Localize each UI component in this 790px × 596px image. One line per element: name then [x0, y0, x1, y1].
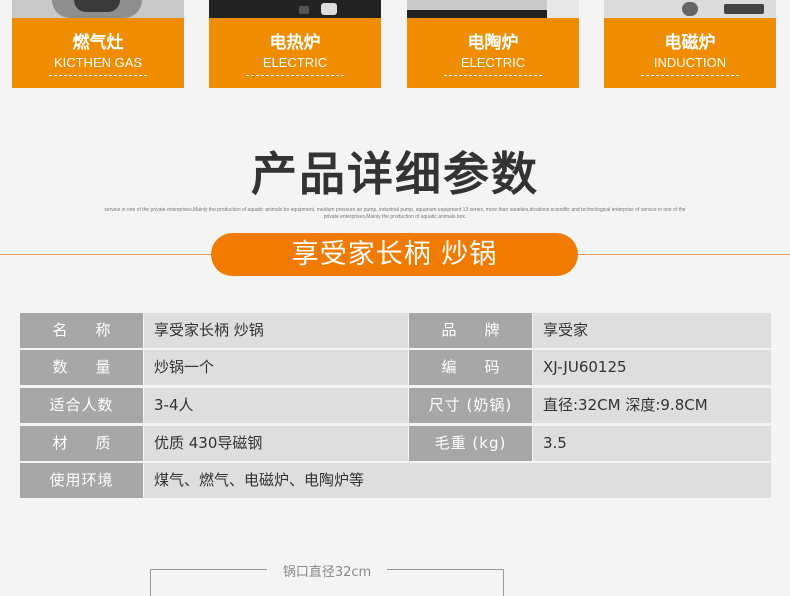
stove-card-title: 电陶炉	[467, 33, 519, 53]
stove-card-subtitle: ELECTRIC	[460, 55, 526, 70]
spec-label: 适合人数	[20, 388, 143, 423]
spec-value: 直径:32CM 深度:9.8CM	[533, 388, 771, 423]
spec-value: 煤气、燃气、电磁炉、电陶炉等	[144, 463, 771, 498]
spec-value: 优质 430导磁钢	[144, 426, 408, 461]
spec-value: XJ-JU60125	[533, 350, 771, 385]
divider	[641, 75, 739, 76]
spec-label: 编码	[409, 350, 532, 385]
divider	[444, 75, 542, 76]
ceramic-stove-image	[407, 0, 579, 18]
section-title: 产品详细参数	[251, 147, 539, 201]
stove-card-electric[interactable]: 电热炉 ELECTRIC	[209, 0, 381, 88]
table-row: 适合人数 3-4人 尺寸 (奶锅) 直径:32CM 深度:9.8CM	[20, 388, 771, 423]
stove-card-induction[interactable]: 电磁炉 INDUCTION	[604, 0, 776, 88]
spec-label: 名称	[20, 313, 143, 348]
spec-label: 数量	[20, 350, 143, 385]
spec-value: 享受家	[533, 313, 771, 348]
table-row: 数量 炒锅一个 编码 XJ-JU60125	[20, 350, 771, 385]
section-fine-print: service in one of the private enterprise…	[104, 207, 686, 220]
divider	[49, 75, 147, 76]
gas-stove-image	[12, 0, 184, 18]
dimension-line	[150, 569, 270, 570]
product-name-banner: 享受家长柄 炒锅	[211, 233, 578, 276]
stove-card-title: 电热炉	[269, 33, 321, 53]
table-row: 名称 享受家长柄 炒锅 品牌 享受家	[20, 313, 771, 348]
table-row: 材质 优质 430导磁钢 毛重 (kg) 3.5	[20, 426, 771, 461]
dimension-line	[385, 569, 504, 570]
spec-value: 炒锅一个	[144, 350, 408, 385]
stove-card-ceramic[interactable]: 电陶炉 ELECTRIC	[407, 0, 579, 88]
stove-card-subtitle: INDUCTION	[653, 55, 727, 70]
stove-card-title: 燃气灶	[72, 33, 124, 53]
stove-card-title: 电磁炉	[664, 33, 716, 53]
spec-label: 品牌	[409, 313, 532, 348]
diameter-dimension: 锅口直径32cm	[150, 561, 504, 596]
electric-stove-image	[209, 0, 381, 18]
spec-value: 享受家长柄 炒锅	[144, 313, 408, 348]
stove-card-gas[interactable]: 燃气灶 KICTHEN GAS	[12, 0, 184, 88]
spec-label: 毛重 (kg)	[409, 426, 532, 461]
stove-card-subtitle: ELECTRIC	[262, 55, 328, 70]
spec-label: 使用环境	[20, 463, 143, 498]
table-row: 使用环境 煤气、燃气、电磁炉、电陶炉等	[20, 463, 771, 498]
dimension-tick	[150, 569, 151, 596]
spec-label: 尺寸 (奶锅)	[409, 388, 532, 423]
spec-value: 3.5	[533, 426, 771, 461]
divider	[246, 75, 344, 76]
induction-stove-image	[604, 0, 776, 18]
spec-label: 材质	[20, 426, 143, 461]
dimension-label: 锅口直径32cm	[267, 561, 387, 580]
stove-card-subtitle: KICTHEN GAS	[53, 55, 143, 70]
dimension-tick	[503, 569, 504, 596]
spec-value: 3-4人	[144, 388, 408, 423]
